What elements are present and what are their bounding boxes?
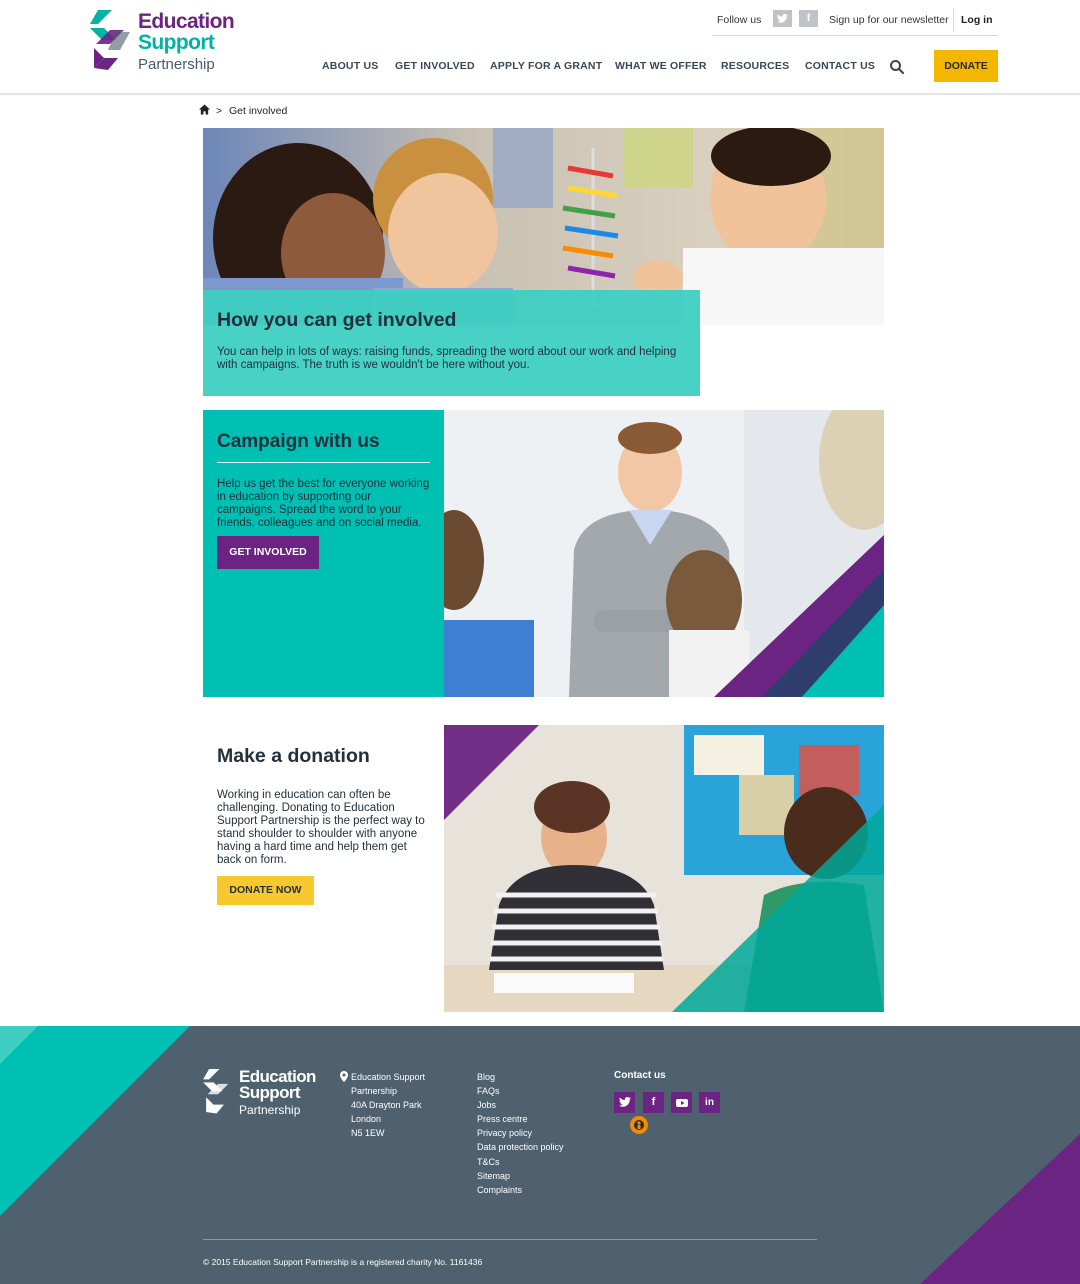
campaign-image xyxy=(444,410,884,697)
donate-now-button[interactable]: DONATE NOW xyxy=(217,876,314,905)
address-line: Education Support xyxy=(351,1072,426,1082)
footer-link-sitemap[interactable]: Sitemap xyxy=(477,1169,564,1183)
footer-links: Blog FAQs Jobs Press centre Privacy poli… xyxy=(477,1070,564,1197)
utility-bar: Follow us f Sign up for our newsletter L… xyxy=(712,8,998,36)
footer-logo-mark-icon xyxy=(203,1069,229,1114)
logo-mark-icon xyxy=(90,10,130,70)
donation-text: Working in education can often be challe… xyxy=(217,789,425,866)
footer-link-jobs[interactable]: Jobs xyxy=(477,1098,564,1112)
donation-image xyxy=(444,725,884,1012)
footer-divider xyxy=(203,1239,817,1240)
breadcrumb-separator: > xyxy=(216,105,223,117)
footer-link-blog[interactable]: Blog xyxy=(477,1070,564,1084)
footer-logo[interactable]: Education Support Partnership xyxy=(203,1067,323,1117)
campaign-text: Help us get the best for everyone workin… xyxy=(217,478,430,529)
youtube-icon[interactable] xyxy=(671,1092,692,1113)
logo-text-partnership: Partnership xyxy=(138,56,215,73)
site-logo[interactable]: Education Support Partnership xyxy=(90,10,250,74)
follow-us-label: Follow us xyxy=(717,14,762,26)
footer-link-complaints[interactable]: Complaints xyxy=(477,1183,564,1197)
address-line: 40A Drayton Park xyxy=(351,1100,422,1110)
footer-link-data-protection[interactable]: Data protection policy xyxy=(477,1140,564,1154)
donate-button[interactable]: DONATE xyxy=(934,50,998,82)
nav-about-us[interactable]: ABOUT US xyxy=(322,60,378,72)
get-involved-button[interactable]: GET INVOLVED xyxy=(217,536,319,569)
campaign-panel: Campaign with us Help us get the best fo… xyxy=(203,410,444,697)
topbar-divider xyxy=(953,8,954,32)
footer-link-tcs[interactable]: T&Cs xyxy=(477,1155,564,1169)
newsletter-link[interactable]: Sign up for our newsletter xyxy=(829,14,949,26)
footer-link-press-centre[interactable]: Press centre xyxy=(477,1112,564,1126)
nav-contact-us[interactable]: CONTACT US xyxy=(805,60,875,72)
footer-link-faqs[interactable]: FAQs xyxy=(477,1084,564,1098)
facebook-icon[interactable]: f xyxy=(799,10,818,27)
hero-panel: How you can get involved You can help in… xyxy=(203,290,700,396)
footer-logo-partnership: Partnership xyxy=(239,1103,301,1117)
hero-text: You can help in lots of ways: raising fu… xyxy=(217,346,677,371)
footer-logo-support: Support xyxy=(239,1083,301,1102)
site-header: Education Support Partnership Follow us … xyxy=(0,0,1080,95)
home-icon[interactable] xyxy=(199,104,210,115)
address-line: London xyxy=(351,1114,382,1124)
linkedin-icon[interactable]: in xyxy=(699,1092,720,1113)
footer-link-privacy-policy[interactable]: Privacy policy xyxy=(477,1126,564,1140)
nav-apply-for-a-grant[interactable]: APPLY FOR A GRANT xyxy=(490,60,602,72)
nav-get-involved[interactable]: GET INVOLVED xyxy=(395,60,475,72)
nav-resources[interactable]: RESOURCES xyxy=(721,60,789,72)
nav-what-we-offer[interactable]: WHAT WE OFFER xyxy=(615,60,707,72)
twitter-icon[interactable] xyxy=(614,1092,635,1113)
accessibility-badge-icon[interactable] xyxy=(630,1116,648,1134)
campaign-title: Campaign with us xyxy=(217,431,430,463)
facebook-icon[interactable]: f xyxy=(643,1092,664,1113)
location-pin-icon xyxy=(340,1071,348,1082)
logo-text-support: Support xyxy=(138,31,215,54)
site-footer: Education Support Partnership Education … xyxy=(0,1026,1080,1284)
donation-title: Make a donation xyxy=(217,745,370,767)
contact-us-heading: Contact us xyxy=(614,1070,666,1081)
copyright-text: © 2015 Education Support Partnership is … xyxy=(203,1257,483,1267)
donation-panel: Make a donation Working in education can… xyxy=(217,745,431,867)
address-line: N5 1EW xyxy=(351,1128,385,1138)
search-icon[interactable] xyxy=(889,59,905,75)
twitter-icon[interactable] xyxy=(773,10,792,27)
hero-title: How you can get involved xyxy=(217,309,457,331)
address-line: Partnership xyxy=(351,1086,398,1096)
login-link[interactable]: Log in xyxy=(961,14,993,26)
breadcrumb-current: Get involved xyxy=(229,105,288,117)
